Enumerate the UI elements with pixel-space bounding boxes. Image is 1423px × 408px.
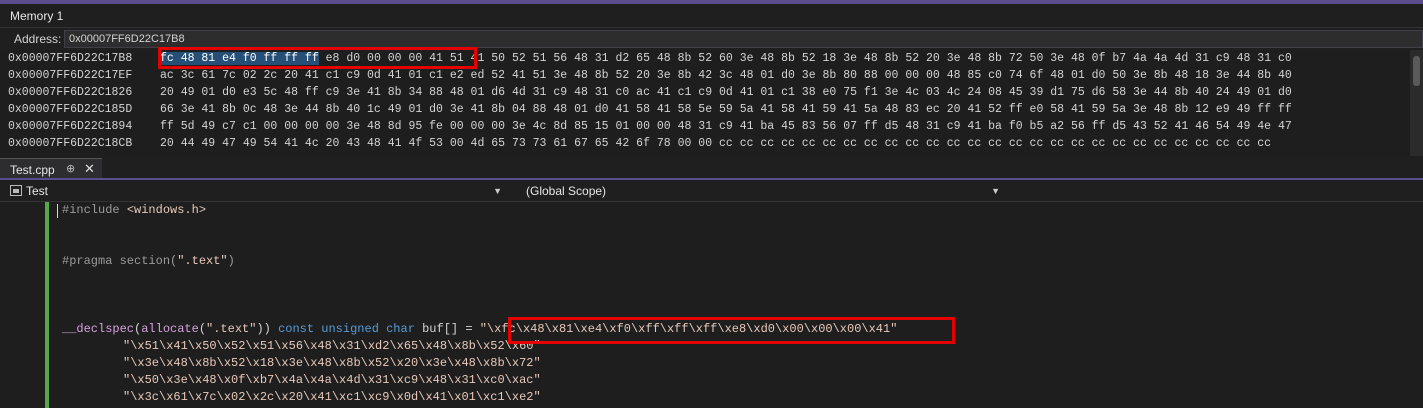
memory-scrollbar[interactable]	[1410, 50, 1423, 156]
memory-row-bytes[interactable]: 20 49 01 d0 e3 5c 48 ff c9 3e 41 8b 34 8…	[160, 86, 1292, 99]
scope-dropdown[interactable]: (Global Scope) ▼	[510, 182, 1006, 200]
memory-row[interactable]: 0x00007FF6D22C1826 20 49 01 d0 e3 5c 48 f…	[8, 86, 1292, 101]
preprocessor-directive: #include	[62, 203, 120, 217]
code-line-include[interactable]: #include <windows.h>	[62, 203, 206, 217]
memory-row[interactable]: 0x00007FF6D22C18CB 20 44 49 47 49 54 41 4…	[8, 137, 1271, 152]
memory-row-bytes[interactable]: ac 3c 61 7c 02 2c 20 41 c1 c9 0d 41 01 c…	[160, 69, 1292, 82]
memory-row-address: 0x00007FF6D22C17EF	[8, 69, 133, 82]
memory-window-title: Memory 1	[10, 9, 64, 23]
paren: (	[198, 322, 207, 336]
address-input[interactable]: 0x00007FF6D22C17B8	[64, 30, 1423, 48]
address-label: Address:	[14, 32, 62, 46]
operator: [] =	[443, 322, 480, 336]
shellcode-highlight-box	[508, 317, 955, 344]
identifier-buf: buf	[422, 322, 444, 336]
memory-window-titlebar[interactable]: Memory 1	[0, 4, 1423, 28]
paren: ))	[256, 322, 271, 336]
memory-row[interactable]: 0x00007FF6D22C17EF ac 3c 61 7c 02 2c 20 4…	[8, 69, 1292, 84]
memory-row-bytes[interactable]: ff 5d 49 c7 c1 00 00 00 00 3e 48 8d 95 f…	[160, 120, 1292, 133]
code-line-pragma[interactable]: #pragma section(".text")	[62, 254, 235, 268]
chevron-down-icon: ▼	[991, 186, 1000, 196]
memory-row-address: 0x00007FF6D22C18CB	[8, 137, 133, 150]
code-line-shellcode[interactable]: "\x3c\x61\x7c\x02\x2c\x20\x41\xc1\xc9\x0…	[123, 390, 541, 404]
close-icon[interactable]: ✕	[84, 161, 95, 177]
tab-test-cpp[interactable]: Test.cpp ⊕ ✕	[0, 158, 102, 178]
memory-scrollbar-thumb[interactable]	[1413, 56, 1420, 86]
include-header: <windows.h>	[126, 203, 207, 217]
scope-dropdown-label: (Global Scope)	[526, 184, 607, 198]
memory-row[interactable]: 0x00007FF6D22C185D 66 3e 41 8b 0c 48 3e 4…	[8, 103, 1292, 118]
preprocessor-directive: #pragma section(	[62, 254, 178, 268]
tab-label: Test.cpp	[10, 163, 55, 177]
code-line-shellcode[interactable]: "\x3e\x48\x8b\x52\x18\x3e\x48\x8b\x52\x2…	[123, 356, 541, 370]
paren: )	[227, 254, 235, 268]
text-cursor	[57, 204, 58, 218]
string-literal: ".text"	[206, 322, 257, 336]
project-dropdown[interactable]: Test ▼	[0, 182, 508, 200]
memory-row[interactable]: 0x00007FF6D22C1894 ff 5d 49 c7 c1 00 00 0…	[8, 120, 1292, 135]
memory-row-bytes[interactable]: 66 3e 41 8b 0c 48 3e 44 8b 40 1c 49 01 d…	[160, 103, 1292, 116]
memory-row-bytes[interactable]: 20 44 49 47 49 54 41 4c 20 43 48 41 4f 5…	[160, 137, 1271, 150]
memory-row-address: 0x00007FF6D22C17B8	[8, 52, 133, 65]
project-dropdown-label: Test	[26, 184, 49, 198]
chevron-down-icon: ▼	[493, 186, 502, 196]
memory-highlight-box	[158, 47, 477, 69]
code-editor[interactable]: #include <windows.h> #pragma section(".t…	[0, 202, 1423, 408]
editor-tabstrip: Test.cpp ⊕ ✕	[0, 158, 1423, 180]
project-icon	[10, 185, 22, 196]
navigation-bar: Test ▼ (Global Scope) ▼	[0, 180, 1423, 202]
code-line-shellcode[interactable]: "\x50\x3e\x48\x0f\xb7\x4a\x4a\x4d\x31\xc…	[123, 373, 541, 387]
keyword-const: const	[278, 322, 315, 336]
string-literal: ".text"	[177, 254, 228, 268]
keyword-char: char	[386, 322, 415, 336]
code-line-shellcode[interactable]: "\x51\x41\x50\x52\x51\x56\x48\x31\xd2\x6…	[123, 339, 541, 353]
keyword-unsigned: unsigned	[321, 322, 379, 336]
keyword-allocate: allocate	[141, 322, 199, 336]
pin-icon[interactable]: ⊕	[66, 162, 75, 175]
change-tracking-bar	[45, 202, 49, 408]
memory-row-address: 0x00007FF6D22C185D	[8, 103, 133, 116]
memory-row-address: 0x00007FF6D22C1826	[8, 86, 133, 99]
memory-row-address: 0x00007FF6D22C1894	[8, 120, 133, 133]
keyword-declspec: __declspec	[62, 322, 135, 336]
